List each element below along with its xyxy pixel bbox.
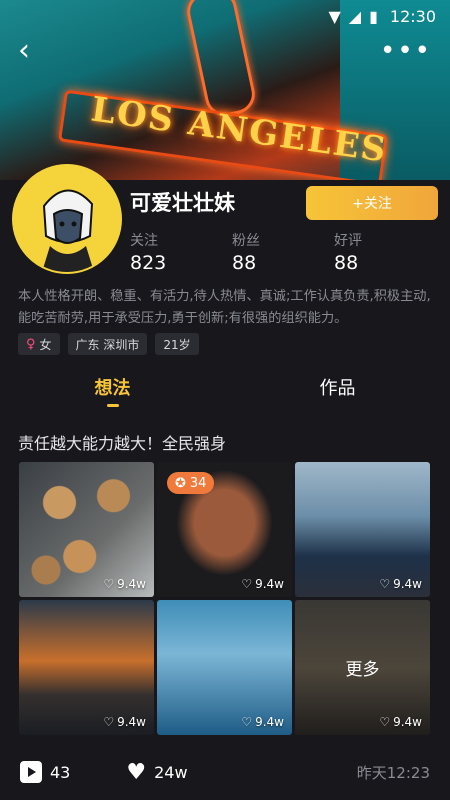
likes-count: 9.4w: [117, 715, 146, 729]
follow-button[interactable]: +关注: [306, 186, 438, 220]
likes-count: 9.4w: [117, 577, 146, 591]
wifi-icon: ▼: [328, 6, 341, 26]
post-image[interactable]: ♡ 9.4w: [19, 600, 154, 735]
image-likes: ♡ 9.4w: [103, 715, 146, 729]
post-action-bar: 43 ♥ 24w 昨天12:23: [0, 752, 450, 792]
play-icon: [20, 761, 42, 783]
likes-count: 9.4w: [393, 715, 422, 729]
views-stat[interactable]: 43: [20, 761, 70, 783]
like-button[interactable]: ♥ 24w: [126, 760, 187, 785]
image-likes: ♡ 9.4w: [379, 715, 422, 729]
stat-label: 粉丝: [232, 233, 260, 249]
more-options-icon[interactable]: •••: [380, 38, 432, 64]
post-time: 昨天12:23: [356, 763, 430, 782]
gender-tag: ♀ 女: [18, 333, 60, 355]
age-tag: 21岁: [155, 333, 199, 355]
stat-followers[interactable]: 粉丝 88: [232, 230, 334, 274]
profile-bio: 本人性格开朗、稳重、有活力,待人热情、真诚;工作认真负责,积极主动,能吃苦耐劳,…: [18, 289, 431, 326]
stat-value: 823: [130, 252, 167, 274]
image-likes: ♡ 9.4w: [241, 715, 284, 729]
profile-stats: 关注 823 粉丝 88 好评 88: [130, 230, 436, 274]
image-count-badge: ✪ 34: [167, 472, 215, 494]
location-tag: 广东 深圳市: [67, 333, 148, 355]
stat-following[interactable]: 关注 823: [130, 230, 232, 274]
likes-count: 9.4w: [255, 577, 284, 591]
stat-label: 好评: [334, 233, 362, 249]
tab-ideas[interactable]: 想法: [0, 372, 225, 412]
post-image[interactable]: ♡ 9.4w: [19, 462, 154, 597]
image-likes: ♡ 9.4w: [241, 577, 284, 591]
gender-label: 女: [39, 337, 52, 352]
post-image[interactable]: ♡ 9.4w: [157, 600, 292, 735]
back-arrow-icon[interactable]: ‹: [18, 36, 30, 66]
post-image[interactable]: ♡ 9.4w: [295, 462, 430, 597]
avatar[interactable]: [12, 164, 122, 274]
tab-works[interactable]: 作品: [225, 372, 450, 412]
heart-outline-icon: ♡: [103, 577, 115, 591]
stat-value: 88: [334, 252, 359, 274]
image-likes: ♡ 9.4w: [103, 577, 146, 591]
post-image-more[interactable]: 更多 ♡ 9.4w: [295, 600, 430, 735]
fire-icon: ✪: [175, 475, 186, 491]
likes-count: 9.4w: [393, 577, 422, 591]
heart-outline-icon: ♡: [241, 577, 253, 591]
badge-count: 34: [189, 475, 207, 491]
post-image[interactable]: ✪ 34 ♡ 9.4w: [157, 462, 292, 597]
status-bar: ▼ ◢ ▮ 12:30: [0, 0, 450, 32]
content-tabs: 想法 作品: [0, 372, 450, 412]
views-count: 43: [50, 762, 71, 782]
heart-outline-icon: ♡: [241, 715, 253, 729]
post-image-grid: ♡ 9.4w ✪ 34 ♡ 9.4w ♡ 9.4w ♡ 9.4w ♡ 9.4w …: [19, 462, 431, 736]
heart-icon: ♥: [126, 759, 147, 785]
hearts-count: 24w: [154, 762, 188, 782]
stat-value: 88: [232, 252, 257, 274]
likes-count: 9.4w: [255, 715, 284, 729]
status-time: 12:30: [389, 6, 436, 26]
post-title: 责任越大能力越大！全民强身: [18, 434, 227, 453]
stat-reviews[interactable]: 好评 88: [334, 230, 436, 274]
signal-icon: ◢: [348, 6, 362, 26]
heart-outline-icon: ♡: [103, 715, 115, 729]
top-nav: ‹ •••: [0, 32, 450, 70]
profile-name: 可爱壮壮妹: [130, 191, 235, 215]
avatar-illustration: [14, 166, 120, 272]
battery-icon: ▮: [369, 6, 378, 26]
stat-label: 关注: [130, 233, 158, 249]
image-likes: ♡ 9.4w: [379, 577, 422, 591]
profile-tags: ♀ 女 广东 深圳市 21岁: [18, 333, 199, 355]
heart-outline-icon: ♡: [379, 715, 391, 729]
female-icon: ♀: [26, 336, 36, 352]
heart-outline-icon: ♡: [379, 577, 391, 591]
